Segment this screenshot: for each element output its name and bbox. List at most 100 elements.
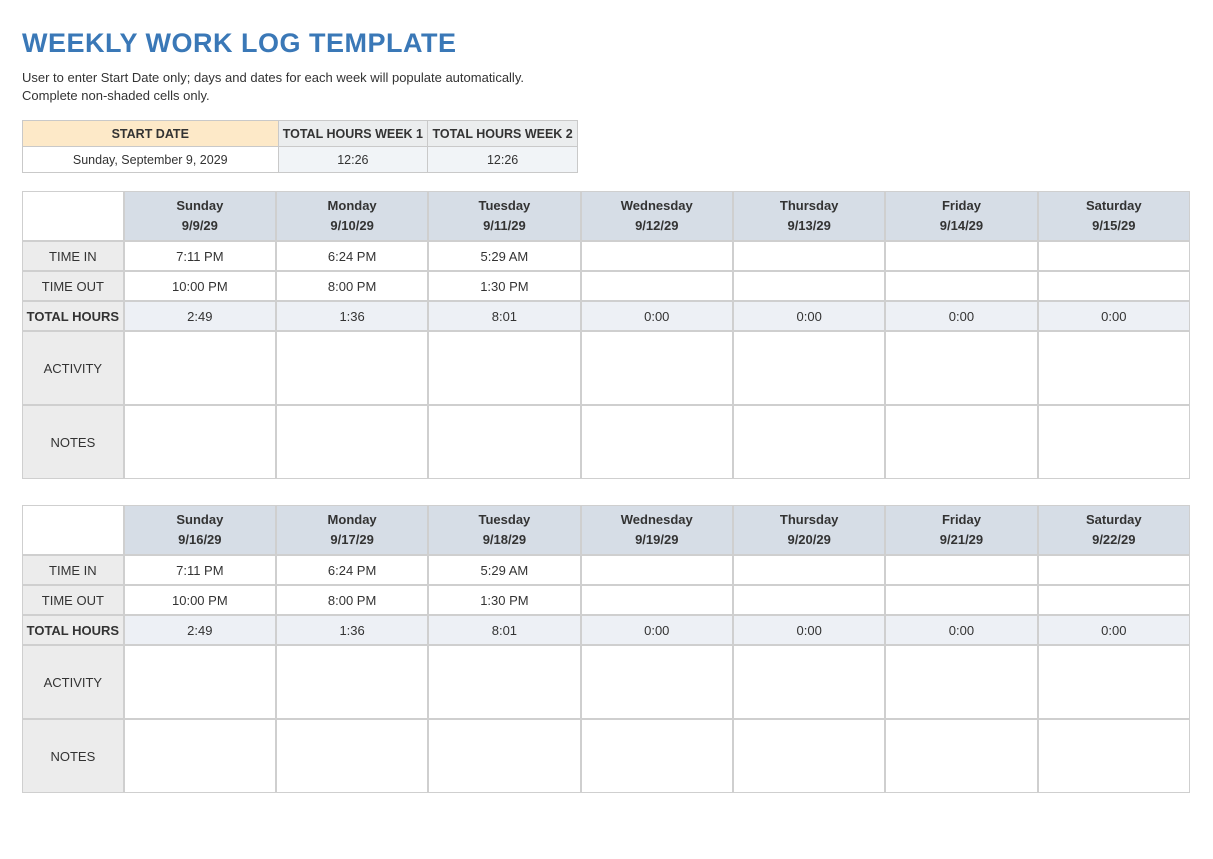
notes-cell[interactable] bbox=[733, 719, 885, 793]
activity-cell[interactable] bbox=[1038, 331, 1190, 405]
total-cell: 0:00 bbox=[581, 615, 733, 645]
notes-cell[interactable] bbox=[885, 719, 1037, 793]
time_in-cell[interactable] bbox=[581, 555, 733, 585]
time_out-cell[interactable]: 10:00 PM bbox=[124, 271, 276, 301]
total-week-2-cell: 12:26 bbox=[428, 147, 578, 173]
row-label-time_in: TIME IN bbox=[22, 241, 124, 271]
notes-cell[interactable] bbox=[885, 405, 1037, 479]
notes-cell[interactable] bbox=[428, 719, 580, 793]
activity-cell[interactable] bbox=[1038, 645, 1190, 719]
activity-cell[interactable] bbox=[124, 645, 276, 719]
day-header: Monday bbox=[276, 505, 428, 530]
time_out-cell[interactable]: 1:30 PM bbox=[428, 585, 580, 615]
day-header: Friday bbox=[885, 505, 1037, 530]
row-label-notes: NOTES bbox=[22, 719, 124, 793]
total-cell: 1:36 bbox=[276, 301, 428, 331]
activity-cell[interactable] bbox=[581, 331, 733, 405]
row-label-time_in: TIME IN bbox=[22, 555, 124, 585]
activity-cell[interactable] bbox=[428, 645, 580, 719]
date-header: 9/18/29 bbox=[428, 530, 580, 555]
total-cell: 8:01 bbox=[428, 615, 580, 645]
corner-cell bbox=[22, 191, 124, 241]
day-header: Friday bbox=[885, 191, 1037, 216]
week-1-table: SundayMondayTuesdayWednesdayThursdayFrid… bbox=[22, 191, 1190, 479]
activity-cell[interactable] bbox=[885, 645, 1037, 719]
total-cell: 0:00 bbox=[1038, 301, 1190, 331]
time_in-cell[interactable]: 6:24 PM bbox=[276, 241, 428, 271]
day-header: Wednesday bbox=[581, 191, 733, 216]
notes-cell[interactable] bbox=[428, 405, 580, 479]
day-header: Thursday bbox=[733, 505, 885, 530]
time_in-cell[interactable]: 5:29 AM bbox=[428, 555, 580, 585]
total-cell: 2:49 bbox=[124, 301, 276, 331]
date-header: 9/13/29 bbox=[733, 216, 885, 241]
total-cell: 0:00 bbox=[1038, 615, 1190, 645]
date-header: 9/20/29 bbox=[733, 530, 885, 555]
time_in-cell[interactable] bbox=[581, 241, 733, 271]
notes-cell[interactable] bbox=[1038, 405, 1190, 479]
time_out-cell[interactable] bbox=[1038, 585, 1190, 615]
notes-cell[interactable] bbox=[276, 719, 428, 793]
time_in-cell[interactable] bbox=[1038, 555, 1190, 585]
time_out-cell[interactable]: 1:30 PM bbox=[428, 271, 580, 301]
time_out-cell[interactable]: 8:00 PM bbox=[276, 585, 428, 615]
activity-cell[interactable] bbox=[733, 645, 885, 719]
activity-cell[interactable] bbox=[581, 645, 733, 719]
time_in-cell[interactable]: 6:24 PM bbox=[276, 555, 428, 585]
date-header: 9/22/29 bbox=[1038, 530, 1190, 555]
time_in-cell[interactable]: 7:11 PM bbox=[124, 241, 276, 271]
instructions: User to enter Start Date only; days and … bbox=[22, 69, 1191, 104]
activity-cell[interactable] bbox=[428, 331, 580, 405]
activity-cell[interactable] bbox=[124, 331, 276, 405]
time_out-cell[interactable] bbox=[733, 271, 885, 301]
notes-cell[interactable] bbox=[733, 405, 885, 479]
notes-cell[interactable] bbox=[581, 719, 733, 793]
notes-cell[interactable] bbox=[276, 405, 428, 479]
time_out-cell[interactable] bbox=[885, 585, 1037, 615]
time_in-cell[interactable] bbox=[733, 241, 885, 271]
summary-header-start-date: START DATE bbox=[23, 121, 279, 147]
time_out-cell[interactable] bbox=[733, 585, 885, 615]
total-cell: 1:36 bbox=[276, 615, 428, 645]
time_in-cell[interactable] bbox=[1038, 241, 1190, 271]
date-header: 9/21/29 bbox=[885, 530, 1037, 555]
page-title: WEEKLY WORK LOG TEMPLATE bbox=[22, 28, 1191, 59]
notes-cell[interactable] bbox=[1038, 719, 1190, 793]
instructions-line1: User to enter Start Date only; days and … bbox=[22, 69, 1191, 87]
total-cell: 0:00 bbox=[581, 301, 733, 331]
activity-cell[interactable] bbox=[276, 331, 428, 405]
row-label-activity: ACTIVITY bbox=[22, 645, 124, 719]
total-cell: 2:49 bbox=[124, 615, 276, 645]
activity-cell[interactable] bbox=[733, 331, 885, 405]
time_out-cell[interactable] bbox=[581, 585, 733, 615]
time_in-cell[interactable] bbox=[885, 555, 1037, 585]
time_in-cell[interactable] bbox=[733, 555, 885, 585]
start-date-cell[interactable]: Sunday, September 9, 2029 bbox=[23, 147, 279, 173]
date-header: 9/17/29 bbox=[276, 530, 428, 555]
notes-cell[interactable] bbox=[124, 405, 276, 479]
time_out-cell[interactable]: 10:00 PM bbox=[124, 585, 276, 615]
day-header: Thursday bbox=[733, 191, 885, 216]
row-label-total: TOTAL HOURS bbox=[22, 615, 124, 645]
time_out-cell[interactable] bbox=[1038, 271, 1190, 301]
time_in-cell[interactable]: 5:29 AM bbox=[428, 241, 580, 271]
week-2-table: SundayMondayTuesdayWednesdayThursdayFrid… bbox=[22, 505, 1190, 793]
time_out-cell[interactable] bbox=[885, 271, 1037, 301]
day-header: Tuesday bbox=[428, 505, 580, 530]
day-header: Saturday bbox=[1038, 505, 1190, 530]
notes-cell[interactable] bbox=[124, 719, 276, 793]
total-cell: 0:00 bbox=[733, 301, 885, 331]
summary-header-total-week-2: TOTAL HOURS WEEK 2 bbox=[428, 121, 578, 147]
day-header: Sunday bbox=[124, 505, 276, 530]
time_out-cell[interactable]: 8:00 PM bbox=[276, 271, 428, 301]
date-header: 9/16/29 bbox=[124, 530, 276, 555]
time_in-cell[interactable]: 7:11 PM bbox=[124, 555, 276, 585]
activity-cell[interactable] bbox=[276, 645, 428, 719]
time_out-cell[interactable] bbox=[581, 271, 733, 301]
date-header: 9/12/29 bbox=[581, 216, 733, 241]
notes-cell[interactable] bbox=[581, 405, 733, 479]
row-label-time_out: TIME OUT bbox=[22, 271, 124, 301]
time_in-cell[interactable] bbox=[885, 241, 1037, 271]
date-header: 9/11/29 bbox=[428, 216, 580, 241]
activity-cell[interactable] bbox=[885, 331, 1037, 405]
